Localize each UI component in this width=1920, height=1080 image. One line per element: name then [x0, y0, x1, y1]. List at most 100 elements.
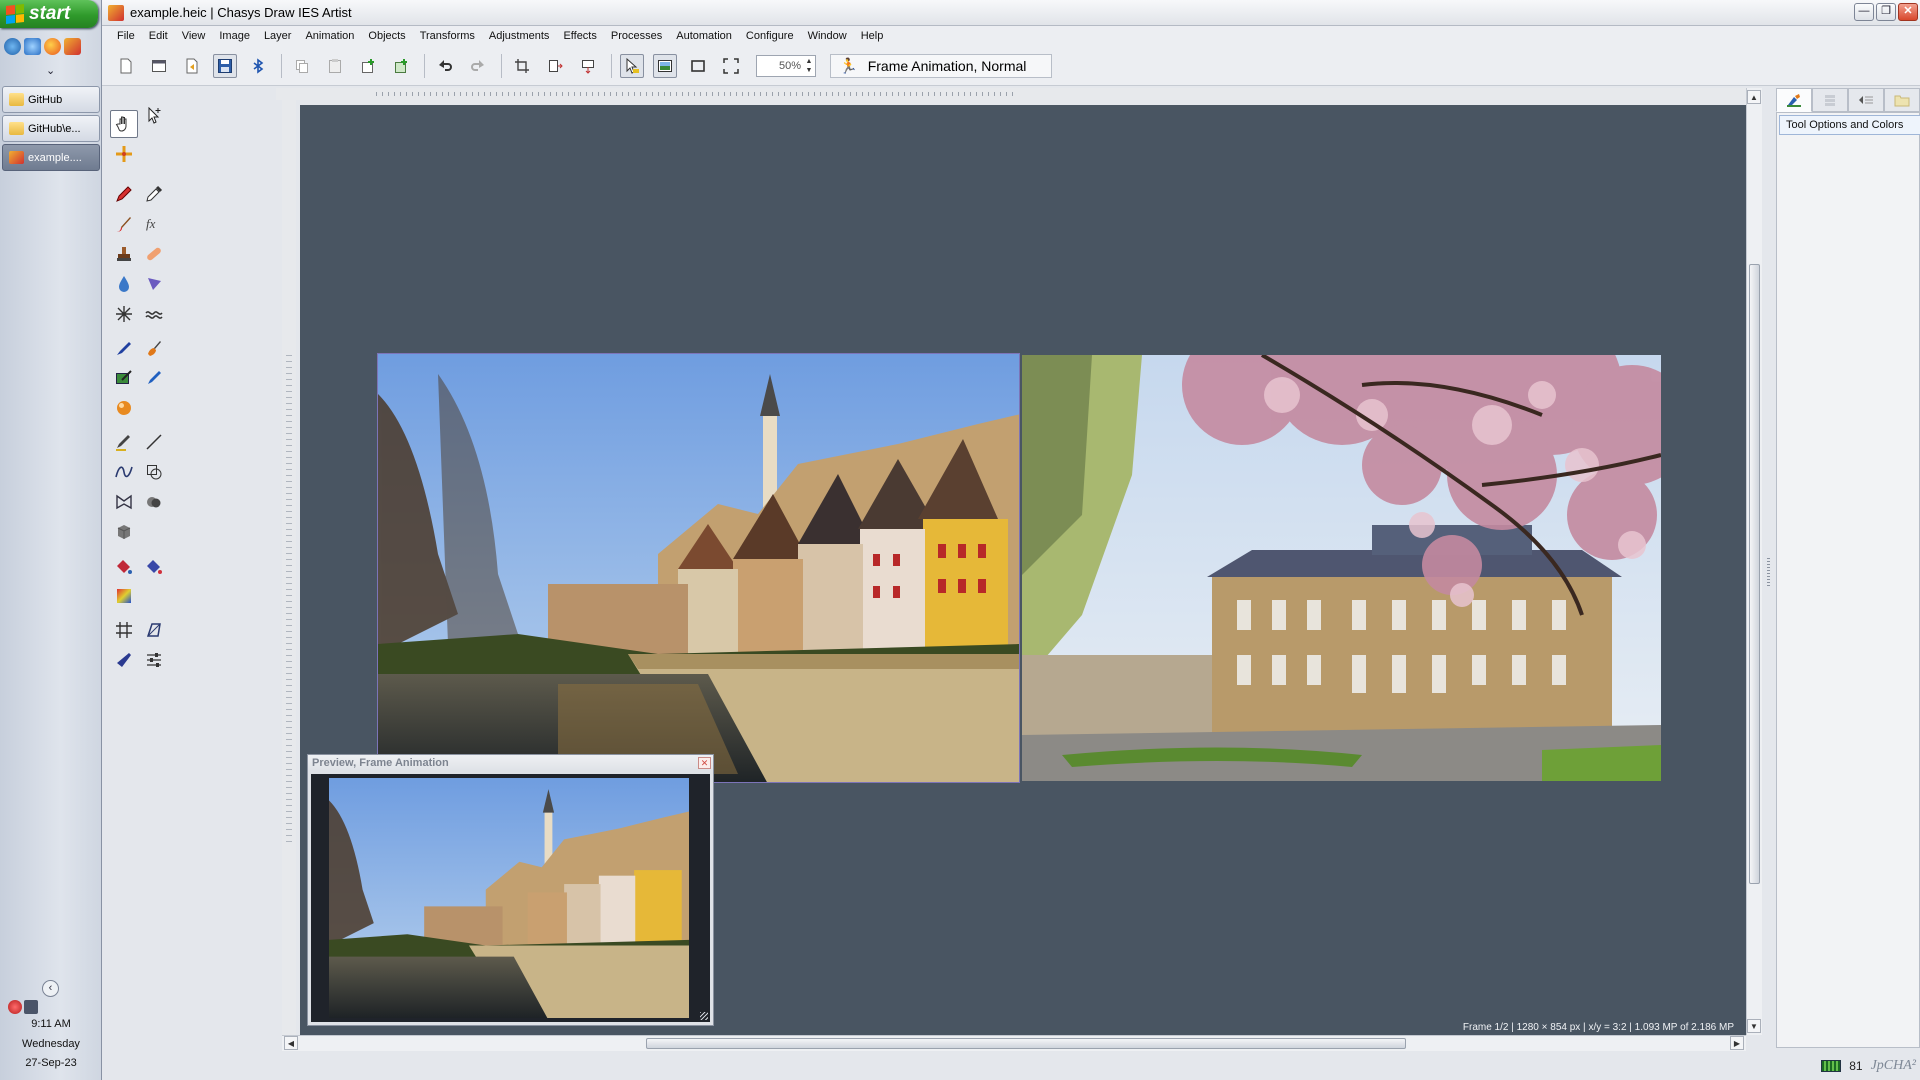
tray-collapse-button[interactable]: ‹ [42, 980, 59, 997]
perspective-tool[interactable] [140, 616, 168, 644]
menu-effects[interactable]: Effects [556, 30, 603, 42]
line-tool[interactable] [140, 428, 168, 456]
menu-transforms[interactable]: Transforms [413, 30, 482, 42]
preview-close-button[interactable]: ✕ [698, 757, 711, 769]
grid-tool[interactable] [110, 616, 138, 644]
menu-view[interactable]: View [175, 30, 213, 42]
browser-icon[interactable] [4, 38, 21, 55]
3d-box-tool[interactable] [110, 518, 138, 546]
vertical-scroll-thumb[interactable] [1749, 264, 1760, 884]
menu-objects[interactable]: Objects [361, 30, 412, 42]
title-bar[interactable]: example.heic | Chasys Draw IES Artist — … [102, 0, 1920, 26]
healing-tool[interactable] [140, 240, 168, 268]
new-window-button[interactable] [147, 54, 171, 78]
tab-history[interactable] [1848, 88, 1884, 112]
paste-button[interactable] [323, 54, 347, 78]
effects-brush-tool[interactable]: fx [140, 210, 168, 238]
scroll-left-button[interactable]: ◀ [284, 1036, 298, 1050]
menu-window[interactable]: Window [801, 30, 854, 42]
tool-settings[interactable] [140, 646, 168, 674]
warp-tool[interactable] [110, 488, 138, 516]
undo-button[interactable] [433, 54, 457, 78]
minimize-button[interactable]: — [1854, 3, 1874, 21]
stylus-tool[interactable] [110, 646, 138, 674]
canvas-border-button[interactable] [686, 54, 710, 78]
gradient-tool[interactable] [110, 582, 138, 610]
pan-tool[interactable] [110, 110, 138, 138]
animation-frame-2[interactable] [1022, 355, 1661, 781]
bluetooth-button[interactable] [246, 54, 270, 78]
horizontal-scrollbar[interactable]: ◀ ▶ [282, 1035, 1746, 1051]
scroll-up-button[interactable]: ▲ [1747, 90, 1761, 104]
gradient-fill-tool[interactable] [140, 552, 168, 580]
taskbar-item-github[interactable]: GitHub [2, 86, 100, 113]
firefox-icon[interactable] [44, 38, 61, 55]
resize-grip[interactable] [700, 1012, 708, 1020]
flood-fill-tool[interactable] [110, 552, 138, 580]
sparkle-tool[interactable] [110, 300, 138, 328]
pencil-tool[interactable] [110, 180, 138, 208]
start-button[interactable]: start [0, 0, 98, 28]
menu-automation[interactable]: Automation [669, 30, 739, 42]
panel-splitter[interactable] [1762, 88, 1776, 1050]
save-button[interactable] [213, 53, 237, 78]
ie-icon[interactable] [24, 38, 41, 55]
pen-tool[interactable] [110, 428, 138, 456]
chevron-down-icon[interactable]: ⌄ [46, 64, 55, 77]
zoom-input[interactable]: 50% ▲ ▼ [756, 54, 816, 77]
clone-stamp-tool[interactable] [110, 240, 138, 268]
fill-tool[interactable] [110, 364, 138, 392]
brush-tool[interactable] [110, 210, 138, 238]
menu-processes[interactable]: Processes [604, 30, 669, 42]
menu-file[interactable]: File [110, 30, 142, 42]
crop-button[interactable] [510, 54, 534, 78]
menu-animation[interactable]: Animation [298, 30, 361, 42]
app-icon[interactable] [108, 4, 124, 21]
airbrush-tool[interactable] [140, 364, 168, 392]
taskbar-item-github-folder[interactable]: GitHub\e... [2, 115, 100, 142]
tab-files[interactable] [1884, 88, 1920, 112]
vertical-scrollbar[interactable]: ▲ ▼ [1746, 88, 1762, 1035]
menu-help[interactable]: Help [854, 30, 891, 42]
add-frame-button[interactable] [389, 54, 413, 78]
select-tool[interactable] [140, 102, 168, 130]
show-selection-button[interactable] [620, 53, 644, 78]
color-picker-tool[interactable] [140, 180, 168, 208]
blob-tool[interactable] [140, 488, 168, 516]
mode-selector[interactable]: 🏃 Frame Animation, Normal [830, 53, 1052, 78]
resize-canvas-button[interactable] [543, 54, 567, 78]
menu-layer[interactable]: Layer [257, 30, 299, 42]
fullscreen-button[interactable] [719, 54, 743, 78]
paint-bucket-tool[interactable] [140, 334, 168, 362]
menu-image[interactable]: Image [212, 30, 257, 42]
add-layer-button[interactable] [356, 54, 380, 78]
preview-title[interactable]: Preview, Frame Animation [308, 755, 713, 771]
shape-tool[interactable] [140, 458, 168, 486]
smudge-tool[interactable] [140, 270, 168, 298]
blur-tool[interactable] [110, 270, 138, 298]
vm-icon[interactable] [24, 1000, 38, 1014]
redo-button[interactable] [466, 54, 490, 78]
security-icon[interactable] [8, 1000, 22, 1014]
tab-tool-options[interactable] [1776, 88, 1812, 112]
preview-panel[interactable]: Preview, Frame Animation ✕ [307, 754, 714, 1026]
sphere-tool[interactable] [110, 394, 138, 422]
copy-button[interactable] [290, 54, 314, 78]
curve-tool[interactable] [110, 458, 138, 486]
marker-tool[interactable] [110, 334, 138, 362]
show-image-button[interactable] [653, 53, 677, 78]
close-button[interactable]: ✕ [1898, 3, 1918, 21]
open-button[interactable] [180, 54, 204, 78]
chasys-draw-icon[interactable] [64, 38, 81, 55]
resize-image-button[interactable] [576, 54, 600, 78]
menu-edit[interactable]: Edit [142, 30, 175, 42]
move-tool[interactable] [110, 140, 138, 168]
new-button[interactable] [114, 54, 138, 78]
horizontal-scroll-thumb[interactable] [646, 1038, 1406, 1049]
animation-frame-1[interactable] [377, 353, 1020, 783]
tab-layers[interactable] [1812, 88, 1848, 112]
taskbar-item-example[interactable]: example.... [2, 144, 100, 171]
scroll-down-button[interactable]: ▼ [1747, 1019, 1761, 1033]
scroll-right-button[interactable]: ▶ [1730, 1036, 1744, 1050]
menu-adjustments[interactable]: Adjustments [482, 30, 557, 42]
